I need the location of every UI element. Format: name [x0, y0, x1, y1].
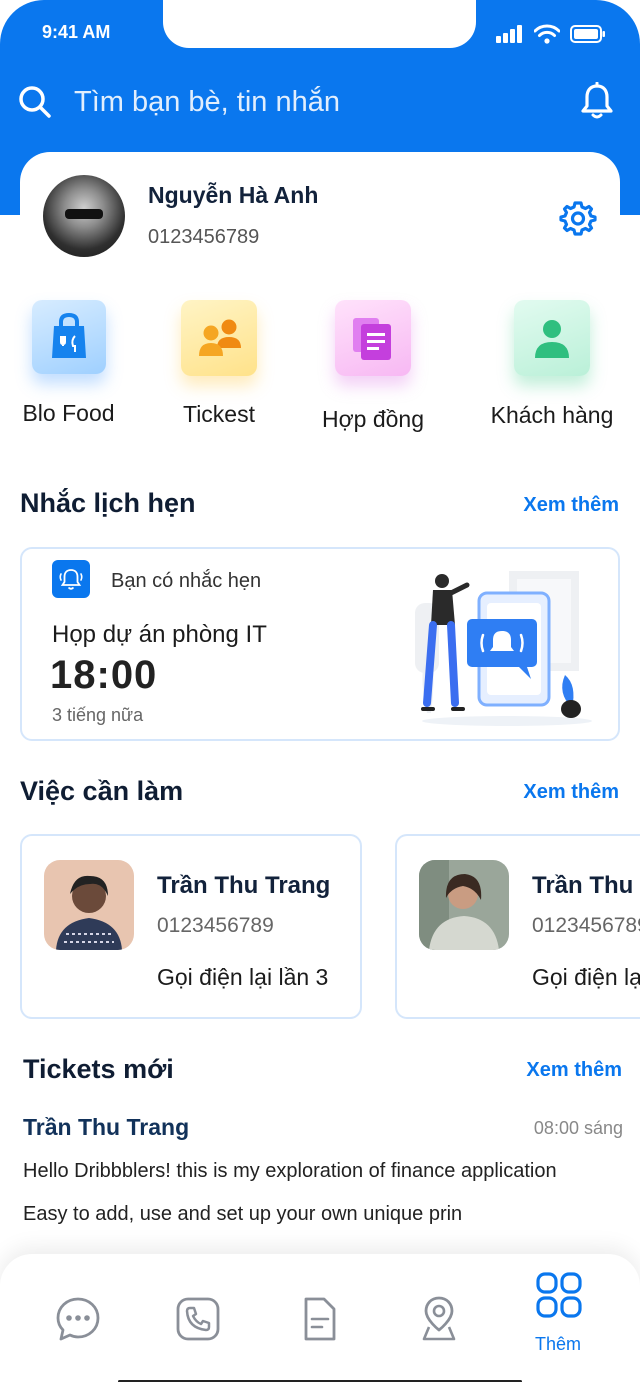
shopping-bag-icon [51, 312, 86, 358]
profile-name: Nguyễn Hà Anh [148, 182, 319, 208]
todos-see-more-link[interactable]: Xem thêm [523, 781, 619, 804]
todos-title: Việc cần làm [20, 776, 184, 806]
nav-more-label[interactable]: Thêm [535, 1334, 581, 1355]
appointment-time: 18:00 [50, 653, 158, 697]
tickets-see-more-link[interactable]: Xem thêm [526, 1059, 622, 1082]
profile-card[interactable]: Nguyễn Hà Anh 0123456789 [20, 152, 620, 282]
reminder-illustration [415, 571, 592, 726]
shortcuts-grid: Blo Food Tickest Hợp đồng Khách hàng [0, 300, 640, 450]
ticket-message-line: Hello Dribbblers! this is my exploration… [23, 1160, 557, 1182]
document-icon[interactable] [294, 1294, 344, 1344]
nav-chat[interactable] [53, 1294, 103, 1344]
grid-icon[interactable] [534, 1270, 584, 1320]
alarm-bell-icon [52, 560, 90, 598]
appointments-title: Nhắc lịch hẹn [20, 488, 196, 518]
appointment-badge-label: Bạn có nhắc hẹn [111, 570, 262, 592]
profile-phone: 0123456789 [148, 226, 260, 248]
document-icon [353, 318, 391, 360]
search-bar[interactable]: Tìm bạn bè, tin nhắn [18, 82, 622, 122]
battery-icon [570, 25, 605, 43]
status-icons [496, 24, 606, 44]
shortcut-tile [181, 300, 257, 376]
phone-icon[interactable] [173, 1294, 223, 1344]
shortcut-label: Khách hàng [490, 402, 614, 428]
nav-phone[interactable] [173, 1294, 223, 1344]
shortcut-tile [31, 300, 106, 374]
search-icon[interactable] [18, 85, 52, 119]
ticket-message-line: Easy to add, use and set up your own uni… [23, 1203, 463, 1225]
bottom-nav: Thêm [0, 1254, 640, 1382]
appointment-card[interactable]: Bạn có nhắc hẹn Họp dự án phòng IT 18:00… [20, 547, 620, 741]
appointment-title: Họp dự án phòng IT [52, 621, 267, 648]
todo-task: Gọi điện lại lần 3 [532, 964, 640, 990]
shortcut-tile [335, 300, 411, 376]
signal-icon [496, 25, 522, 43]
appointment-remaining: 3 tiếng nữa [52, 705, 144, 725]
search-input[interactable]: Tìm bạn bè, tin nhắn [74, 86, 340, 119]
location-icon[interactable] [414, 1294, 464, 1344]
todo-name: Trần Thu Trang [532, 872, 640, 899]
todo-card[interactable]: Trần Thu Trang 0123456789 Gọi điện lại l… [20, 834, 362, 1019]
avatar [419, 860, 509, 950]
nav-location[interactable] [414, 1294, 464, 1344]
ticket-sender[interactable]: Trần Thu Trang [23, 1114, 189, 1141]
shortcut-label: Tickest [183, 401, 255, 427]
tickets-title: Tickets mới [23, 1054, 174, 1084]
todo-card[interactable]: Trần Thu Trang 0123456789 Gọi điện lại l… [395, 834, 640, 1019]
todo-phone: 0123456789 [157, 914, 274, 937]
shortcut-tickest[interactable]: Tickest [178, 300, 260, 428]
avatar [44, 860, 134, 950]
todo-task: Gọi điện lại lần 3 [157, 964, 329, 990]
todo-name: Trần Thu Trang [157, 872, 331, 899]
shortcut-tile [514, 300, 590, 376]
appointments-see-more-link[interactable]: Xem thêm [523, 494, 619, 517]
shortcut-label: Hợp đồng [321, 406, 425, 432]
user-icon [535, 320, 569, 358]
gear-icon[interactable] [558, 198, 598, 238]
nav-documents[interactable] [294, 1294, 344, 1344]
people-icon [199, 319, 241, 356]
bell-icon[interactable] [580, 82, 614, 120]
todo-phone: 0123456789 [532, 914, 640, 937]
chat-icon[interactable] [53, 1294, 103, 1344]
nav-more[interactable] [534, 1270, 584, 1320]
avatar[interactable] [43, 175, 125, 257]
status-time: 9:41 AM [42, 22, 111, 42]
shortcut-khach-hang[interactable]: Khách hàng [486, 300, 618, 429]
shortcut-blo-food[interactable]: Blo Food [20, 300, 117, 427]
shortcut-hop-dong[interactable]: Hợp đồng [317, 300, 429, 433]
device-notch [163, 0, 476, 48]
wifi-icon [534, 24, 560, 44]
ticket-time: 08:00 sáng [533, 1118, 623, 1138]
shortcut-label: Blo Food [22, 400, 115, 426]
